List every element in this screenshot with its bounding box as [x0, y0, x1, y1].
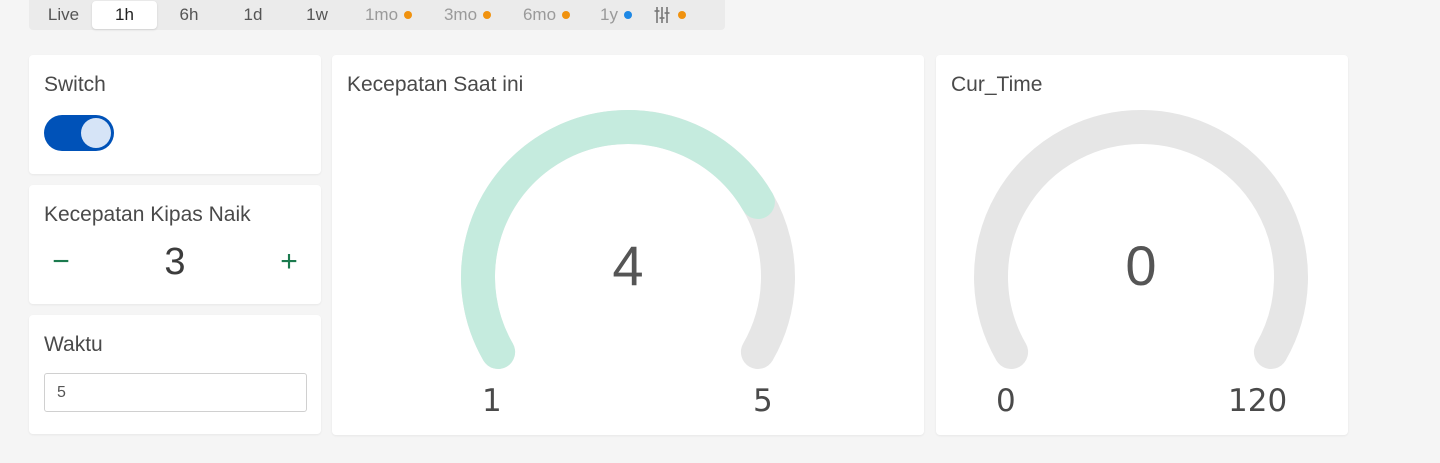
range-tab-label: 1y — [600, 5, 618, 24]
range-tab-1mo[interactable]: 1mo — [349, 1, 428, 29]
time-gauge-card: Cur_Time 0 0 120 — [936, 55, 1348, 435]
upgrade-dot-icon — [404, 11, 413, 19]
gauge-max-label: 120 — [1228, 383, 1288, 419]
time-range-bar: Live 1h 6h 1d 1w 1mo 3mo 6mo 1y — [29, 0, 725, 30]
power-toggle[interactable] — [44, 115, 114, 151]
custom-range-button[interactable] — [646, 1, 694, 29]
upgrade-dot-icon — [678, 11, 686, 19]
gauge-value: 4 — [612, 234, 644, 297]
range-tab-3mo[interactable]: 3mo — [428, 1, 507, 29]
upgrade-dot-icon — [623, 11, 632, 19]
switch-card: Switch — [29, 55, 321, 174]
range-tab-live[interactable]: Live — [35, 1, 92, 29]
range-tab-1d[interactable]: 1d — [221, 1, 285, 29]
range-tab-label: 3mo — [443, 5, 478, 24]
range-tab-6h[interactable]: 6h — [157, 1, 221, 29]
range-tab-label: 1mo — [364, 5, 399, 24]
switch-title: Switch — [44, 73, 106, 96]
input-title: Waktu — [44, 333, 103, 356]
gauge-max-label: 5 — [753, 383, 773, 419]
toggle-knob — [81, 118, 111, 148]
input-card: Waktu — [29, 315, 321, 434]
upgrade-dot-icon — [483, 11, 492, 19]
dashboard: Live 1h 6h 1d 1w 1mo 3mo 6mo 1y Switch K… — [0, 0, 1440, 463]
range-tab-1y[interactable]: 1y — [586, 1, 646, 29]
gauge-value: 0 — [1125, 234, 1157, 297]
gauge-min-label: 1 — [482, 383, 502, 419]
range-tab-1w[interactable]: 1w — [285, 1, 349, 29]
waktu-input[interactable] — [44, 373, 307, 412]
range-tab-6mo[interactable]: 6mo — [507, 1, 586, 29]
range-tab-label: 6mo — [522, 5, 557, 24]
speed-gauge-card: Kecepatan Saat ini 4 1 5 — [332, 55, 924, 435]
increment-button[interactable]: + — [272, 245, 306, 279]
sliders-icon — [654, 7, 670, 23]
stepper-card: Kecepatan Kipas Naik − 3 + — [29, 185, 321, 304]
gauge-min-label: 0 — [996, 383, 1016, 419]
stepper-title: Kecepatan Kipas Naik — [44, 203, 251, 226]
range-tab-1h[interactable]: 1h — [92, 1, 157, 29]
upgrade-dot-icon — [562, 11, 571, 19]
